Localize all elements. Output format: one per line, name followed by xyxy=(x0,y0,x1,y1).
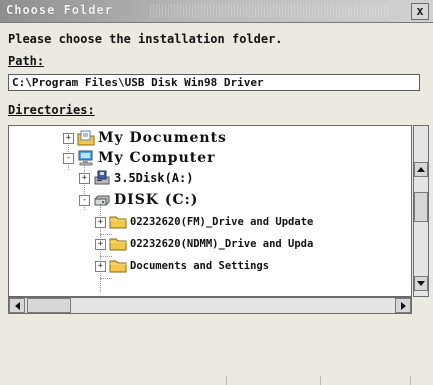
tree-item-label: 02232620(FM)_Drive and Update xyxy=(130,216,314,228)
folder-icon xyxy=(109,258,127,274)
tree-item-label: 3.5Disk(A:) xyxy=(114,171,194,185)
directory-tree[interactable]: + My Documents - My Computer + 3.5Disk(A… xyxy=(8,125,412,297)
collapse-toggle[interactable]: - xyxy=(79,194,90,206)
tree-item-label: Documents and Settings xyxy=(130,260,270,272)
tree-item-disk-c[interactable]: - DISK (C:) xyxy=(79,190,198,210)
path-input[interactable]: C:\Program Files\USB Disk Win98 Driver xyxy=(8,74,420,91)
window-title: Choose Folder xyxy=(6,3,113,17)
tree-item-my-documents[interactable]: + My Documents xyxy=(63,128,227,148)
directories-label-text: Directories: xyxy=(8,103,95,117)
instruction-text: Please choose the installation folder. xyxy=(8,32,283,46)
scroll-down-button[interactable] xyxy=(414,276,428,291)
vertical-scroll-thumb[interactable] xyxy=(414,192,428,222)
button-edge xyxy=(226,376,227,385)
close-button[interactable]: x xyxy=(411,3,429,20)
arrow-down-icon xyxy=(417,281,425,286)
tree-item-label: DISK (C:) xyxy=(114,192,199,208)
arrow-right-icon xyxy=(400,301,406,310)
folder-icon xyxy=(109,214,127,230)
tree-item-label: 02232620(NDMM)_Drive and Upda xyxy=(130,238,314,250)
tree-item-floppy[interactable]: + 3.5Disk(A:) xyxy=(79,168,193,188)
button-edge xyxy=(320,376,321,385)
scrollbar-corner xyxy=(413,297,429,314)
vertical-scrollbar[interactable] xyxy=(413,125,429,297)
title-bar-texture xyxy=(150,4,390,18)
expand-toggle[interactable]: + xyxy=(79,172,90,184)
expand-toggle[interactable]: + xyxy=(95,238,106,250)
tree-connector xyxy=(100,278,112,279)
arrow-left-icon xyxy=(14,301,20,310)
collapse-toggle[interactable]: - xyxy=(63,152,74,164)
documents-folder-icon xyxy=(77,130,95,146)
directories-label: Directories: xyxy=(8,103,95,117)
scroll-left-button[interactable] xyxy=(9,298,25,313)
computer-icon xyxy=(77,150,95,166)
expand-toggle[interactable]: + xyxy=(95,260,106,272)
arrow-up-icon xyxy=(417,167,425,172)
folder-icon xyxy=(109,236,127,252)
hard-drive-icon xyxy=(93,192,111,208)
horizontal-scrollbar[interactable] xyxy=(8,297,412,314)
tree-item-folder[interactable]: + Documents and Settings xyxy=(95,256,269,276)
horizontal-scroll-thumb[interactable] xyxy=(27,298,71,313)
floppy-drive-icon xyxy=(93,170,111,186)
button-edge xyxy=(410,376,411,385)
choose-folder-dialog: Choose Folder x Please choose the instal… xyxy=(0,0,433,385)
close-icon: x xyxy=(416,4,424,18)
tree-item-label: My Documents xyxy=(98,130,227,146)
scroll-up-button[interactable] xyxy=(414,162,428,177)
tree-item-folder[interactable]: + 02232620(NDMM)_Drive and Upda xyxy=(95,234,313,254)
tree-item-folder[interactable]: + 02232620(FM)_Drive and Update xyxy=(95,212,313,232)
scroll-right-button[interactable] xyxy=(395,298,411,313)
path-label-text: Path: xyxy=(8,54,45,68)
tree-item-my-computer[interactable]: - My Computer xyxy=(63,148,216,168)
expand-toggle[interactable]: + xyxy=(95,216,106,228)
tree-item-label: My Computer xyxy=(98,150,216,166)
expand-toggle[interactable]: + xyxy=(63,132,74,144)
title-bar[interactable]: Choose Folder x xyxy=(0,0,433,23)
path-label: Path: xyxy=(8,54,44,68)
